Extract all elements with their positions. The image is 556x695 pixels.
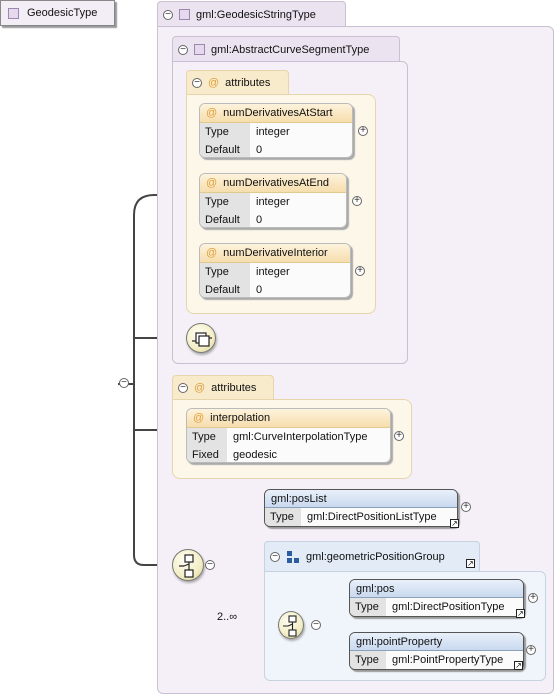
sequence-icon [192, 332, 212, 347]
reference-arrow-icon[interactable]: ↗ [516, 609, 525, 618]
attributes-label-1: attributes [225, 77, 271, 89]
type-key: Type [350, 598, 386, 616]
expand-plus-icon[interactable]: + [358, 126, 368, 136]
default-key: Default [200, 141, 250, 157]
element-pos[interactable]: gml:pos Type gml:DirectPositionType [349, 579, 524, 617]
attribute-name: numDerivativesAtEnd [223, 177, 329, 189]
extension-type-tab[interactable]: − gml:GeodesicStringType [157, 1, 346, 27]
expand-plus-icon[interactable]: + [528, 593, 538, 603]
complex-type-icon [179, 9, 190, 20]
type-key: Type [187, 428, 227, 446]
attribute-num-derivatives-at-end[interactable]: @ numDerivativesAtEnd Type integer Default… [199, 173, 347, 228]
group-label: gml:geometricPositionGroup [306, 550, 445, 563]
at-icon: @ [206, 247, 218, 259]
expand-plus-icon[interactable]: + [355, 266, 365, 276]
complex-type-icon [194, 44, 205, 55]
fixed-value: geodesic [233, 449, 278, 461]
root-collapse-icon[interactable]: − [119, 378, 129, 388]
type-key: Type [350, 651, 386, 669]
complex-type-icon [8, 7, 19, 19]
attributes-collapse-icon[interactable]: − [178, 383, 188, 393]
attributes-collapse-icon[interactable]: − [192, 78, 202, 88]
reference-arrow-icon[interactable]: ↗ [450, 519, 459, 528]
attributes-tab-1[interactable]: − @ attributes [186, 70, 289, 95]
expand-plus-icon[interactable]: + [526, 645, 536, 655]
type-key: Type [200, 193, 250, 211]
sequence-compositor[interactable] [186, 323, 216, 353]
cardinality-label: 2..∞ [217, 611, 238, 623]
base-collapse-icon[interactable]: − [178, 44, 188, 55]
element-name: gml:posList [271, 492, 327, 505]
choice-collapse-icon[interactable]: − [205, 560, 215, 570]
default-value: 0 [256, 284, 263, 296]
type-value: gml:CurveInterpolationType [233, 431, 368, 443]
attribute-num-derivatives-at-start[interactable]: @ numDerivativesAtStart Type integer Defau… [199, 103, 353, 158]
inner-choice-collapse-icon[interactable]: − [311, 620, 321, 630]
type-value: gml:PointPropertyType [392, 654, 504, 666]
attributes-tab-2[interactable]: − @ attributes [172, 375, 274, 400]
extension-type-label: gml:GeodesicStringType [196, 8, 316, 21]
extension-collapse-icon[interactable]: − [163, 9, 173, 20]
attributes-label-2: attributes [211, 382, 257, 394]
type-key: Type [200, 263, 250, 281]
attribute-name: numDerivativeInterior [223, 247, 328, 259]
type-key: Type [200, 123, 250, 141]
root-element-box[interactable]: GeodesicType [0, 0, 115, 26]
choice-icon [283, 615, 297, 637]
default-value: 0 [256, 144, 263, 156]
element-name: gml:pointProperty [356, 635, 443, 648]
type-value: integer [256, 126, 290, 138]
default-key: Default [200, 281, 250, 297]
group-collapse-icon[interactable]: − [270, 551, 280, 562]
attribute-num-derivative-interior[interactable]: @ numDerivativeInterior Type integer Defau… [199, 243, 351, 298]
base-type-tab[interactable]: − gml:AbstractCurveSegmentType [172, 36, 400, 62]
type-value: gml:DirectPositionListType [307, 511, 437, 523]
at-icon: @ [208, 77, 220, 89]
root-element-name: GeodesicType [27, 7, 98, 19]
attribute-name: numDerivativesAtStart [223, 107, 333, 119]
expand-plus-icon[interactable]: + [461, 502, 471, 512]
type-value: gml:DirectPositionType [392, 601, 505, 613]
at-icon: @ [206, 177, 218, 189]
default-value: 0 [256, 214, 263, 226]
element-name: gml:pos [356, 582, 395, 595]
expand-plus-icon[interactable]: + [394, 431, 404, 441]
default-key: Default [200, 211, 250, 227]
type-key: Type [265, 508, 301, 526]
reference-arrow-icon[interactable]: ↗ [466, 559, 475, 568]
element-point-property[interactable]: gml:pointProperty Type gml:PointPropertyT… [349, 632, 524, 670]
group-icon [287, 550, 299, 563]
base-type-label: gml:AbstractCurveSegmentType [211, 43, 370, 56]
attribute-interpolation[interactable]: @ interpolation Type gml:CurveInterpolatio… [186, 408, 391, 463]
attribute-name: interpolation [210, 412, 271, 424]
type-value: integer [256, 266, 290, 278]
choice-compositor-inner[interactable] [278, 611, 304, 639]
at-icon: @ [206, 107, 218, 119]
at-icon: @ [193, 412, 205, 424]
choice-compositor[interactable] [172, 549, 204, 581]
reference-arrow-icon[interactable]: ↗ [514, 661, 523, 670]
element-pos-list[interactable]: gml:posList Type gml:DirectPositionListTy… [264, 489, 458, 527]
group-tab[interactable]: − gml:geometricPositionGroup [264, 541, 480, 571]
choice-icon [179, 554, 194, 578]
type-value: integer [256, 196, 290, 208]
at-icon: @ [194, 382, 206, 394]
fixed-key: Fixed [187, 446, 227, 462]
expand-plus-icon[interactable]: + [352, 196, 362, 206]
